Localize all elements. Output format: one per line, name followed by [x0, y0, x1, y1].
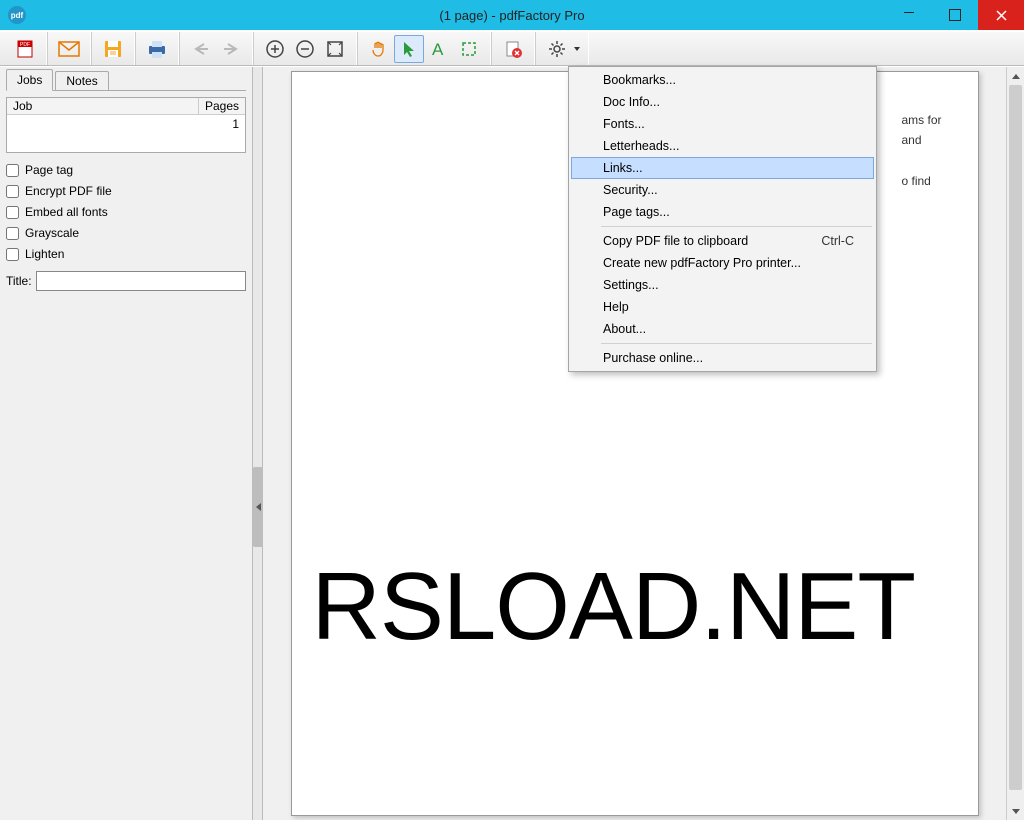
menu-item-links[interactable]: Links... [571, 157, 874, 179]
option-page-tag[interactable]: Page tag [6, 163, 246, 177]
app-icon: pdf [8, 6, 26, 24]
menu-item-about[interactable]: About... [571, 318, 874, 340]
splitter[interactable] [253, 67, 263, 820]
cell-pages: 1 [199, 115, 245, 133]
options-list: Page tag Encrypt PDF file Embed all font… [6, 163, 246, 261]
menu-item-bookmarks[interactable]: Bookmarks... [571, 69, 874, 91]
window-title: (1 page) - pdfFactory Pro [0, 8, 1024, 23]
menu-separator [601, 343, 872, 344]
title-label: Title: [6, 274, 32, 288]
scroll-thumb[interactable] [1009, 85, 1022, 790]
menu-item-purchase-online[interactable]: Purchase online... [571, 347, 874, 369]
menu-item-security[interactable]: Security... [571, 179, 874, 201]
sidebar: Jobs Notes Job Pages 1 Page tag Encrypt … [0, 67, 253, 820]
gear-icon[interactable] [542, 35, 572, 63]
nav-forward-icon[interactable] [216, 35, 246, 63]
toolbar: PDF A [0, 30, 1024, 66]
window-close-button[interactable] [978, 0, 1024, 30]
column-header-pages[interactable]: Pages [199, 98, 245, 114]
jobs-table: Job Pages 1 [6, 97, 246, 153]
scroll-down-icon[interactable] [1007, 802, 1024, 820]
pointer-tool-icon[interactable] [394, 35, 424, 63]
fit-page-icon[interactable] [320, 35, 350, 63]
zoom-out-icon[interactable] [290, 35, 320, 63]
scroll-up-icon[interactable] [1007, 67, 1024, 85]
menu-separator [601, 226, 872, 227]
menu-item-page-tags[interactable]: Page tags... [571, 201, 874, 223]
crop-tool-icon[interactable] [454, 35, 484, 63]
delete-page-icon[interactable] [498, 35, 528, 63]
option-grayscale[interactable]: Grayscale [6, 226, 246, 240]
watermark-text: RSLOAD.NET [312, 552, 1007, 662]
gear-dropdown-arrow-icon[interactable] [572, 35, 582, 63]
window-maximize-button[interactable] [932, 0, 978, 30]
zoom-in-icon[interactable] [260, 35, 290, 63]
menu-item-help[interactable]: Help [571, 296, 874, 318]
title-input[interactable] [36, 271, 246, 291]
menu-item-settings[interactable]: Settings... [571, 274, 874, 296]
option-embed-fonts[interactable]: Embed all fonts [6, 205, 246, 219]
text-tool-icon[interactable]: A [424, 35, 454, 63]
scrollbar[interactable] [1006, 67, 1024, 820]
sidebar-tabs: Jobs Notes [6, 69, 246, 91]
menu-item-fonts[interactable]: Fonts... [571, 113, 874, 135]
menu-item-create-new-pdffactory-pro-printer[interactable]: Create new pdfFactory Pro printer... [571, 252, 874, 274]
option-lighten[interactable]: Lighten [6, 247, 246, 261]
menu-item-copy-pdf-file-to-clipboard[interactable]: Copy PDF file to clipboardCtrl-C [571, 230, 874, 252]
svg-text:PDF: PDF [20, 42, 30, 48]
cell-job [7, 115, 199, 133]
table-row[interactable]: 1 [7, 115, 245, 133]
menu-item-doc-info[interactable]: Doc Info... [571, 91, 874, 113]
menu-item-letterheads[interactable]: Letterheads... [571, 135, 874, 157]
svg-text:A: A [432, 40, 444, 58]
mail-icon[interactable] [54, 35, 84, 63]
tab-notes[interactable]: Notes [55, 71, 108, 91]
nav-back-icon[interactable] [186, 35, 216, 63]
print-icon[interactable] [142, 35, 172, 63]
column-header-job[interactable]: Job [7, 98, 199, 114]
window-minimize-button[interactable] [886, 0, 932, 30]
settings-menu: Bookmarks...Doc Info...Fonts...Letterhea… [568, 66, 877, 372]
tab-jobs[interactable]: Jobs [6, 69, 53, 91]
titlebar: pdf (1 page) - pdfFactory Pro [0, 0, 1024, 30]
splitter-grip-icon[interactable] [253, 467, 263, 547]
save-icon[interactable] [98, 35, 128, 63]
option-encrypt[interactable]: Encrypt PDF file [6, 184, 246, 198]
hand-tool-icon[interactable] [364, 35, 394, 63]
pdf-icon[interactable]: PDF [10, 35, 40, 63]
